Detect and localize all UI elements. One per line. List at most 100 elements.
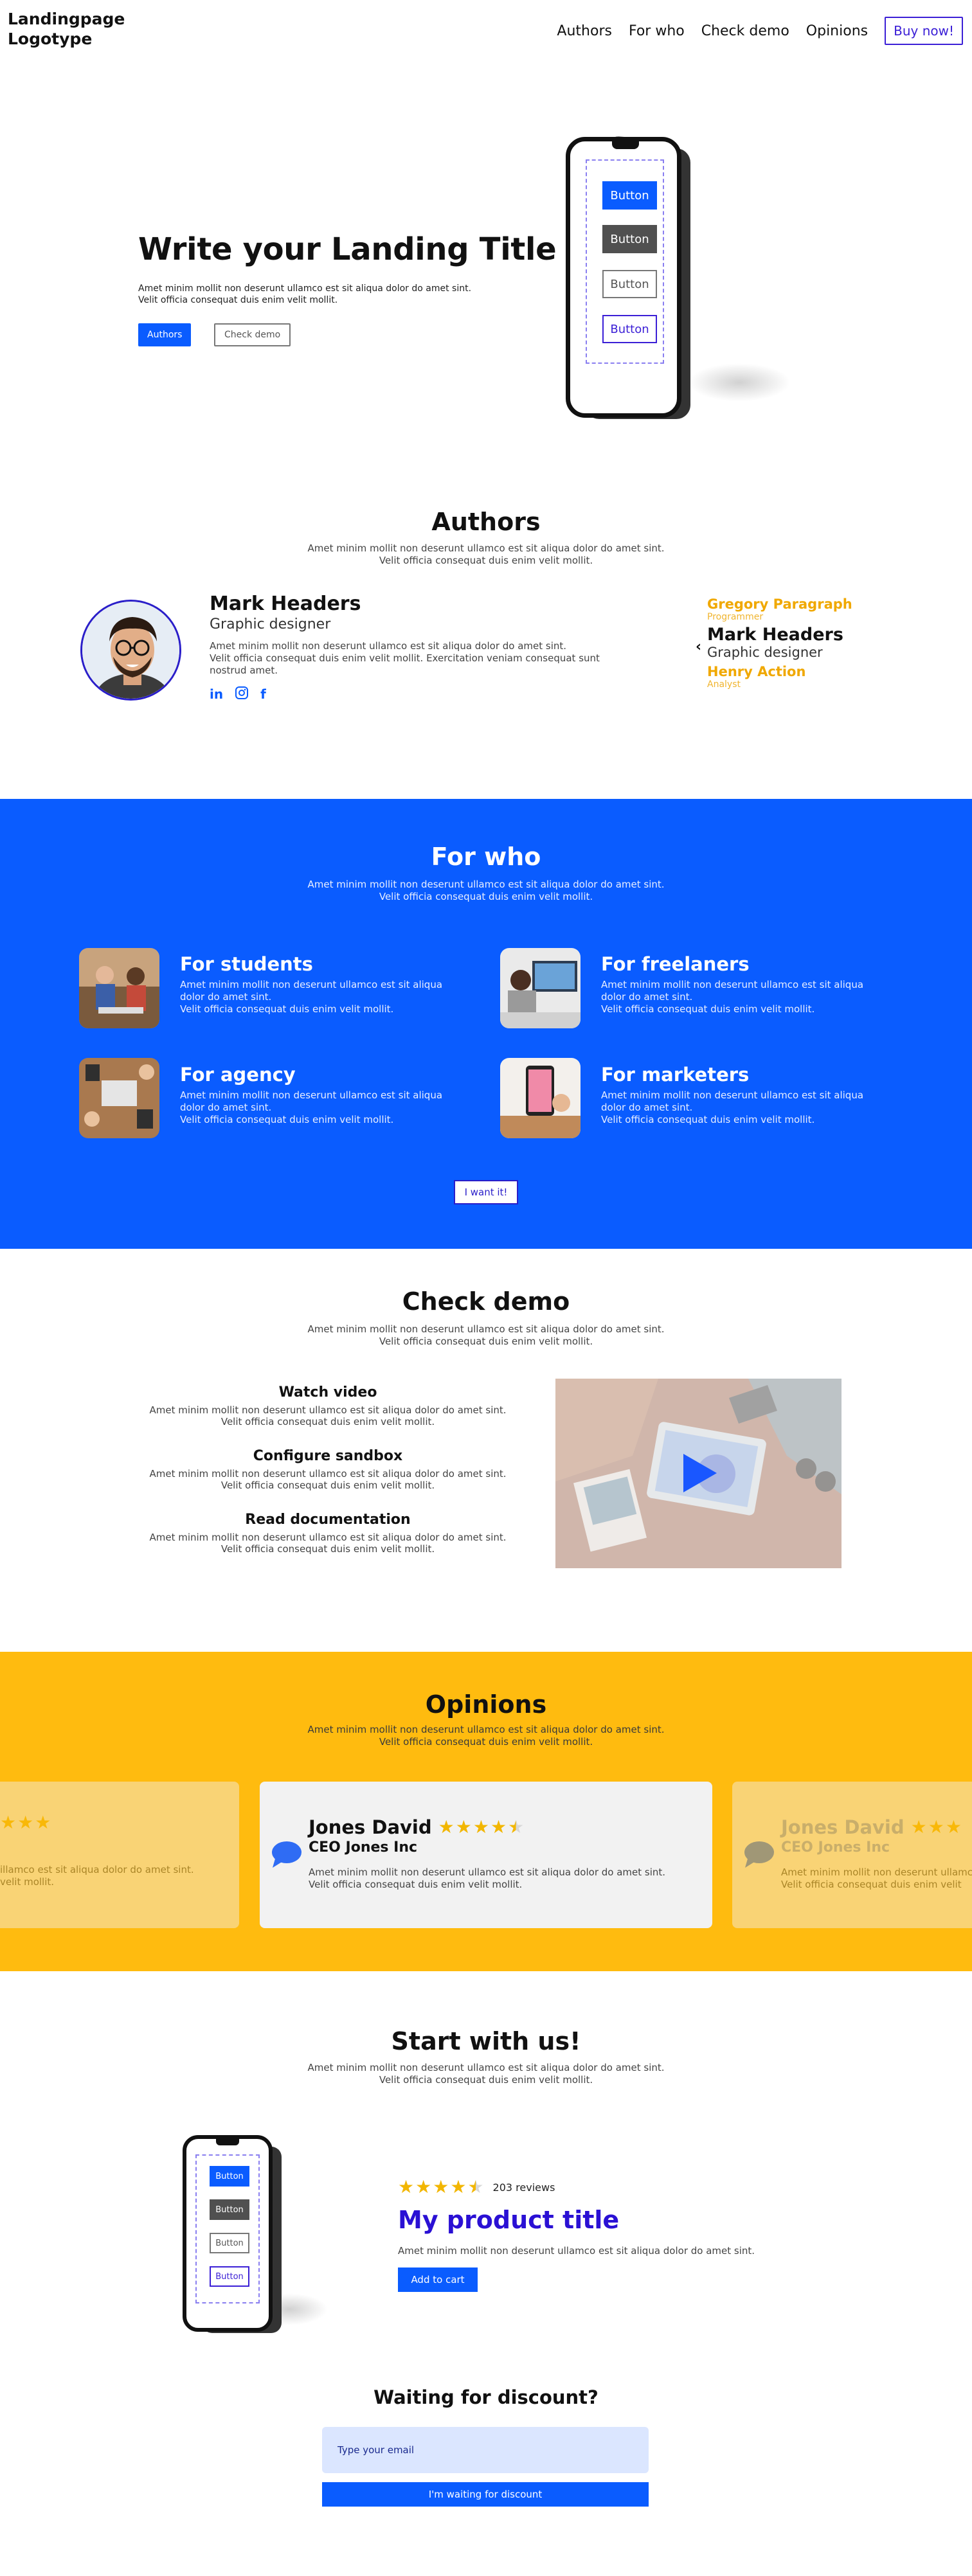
- add-to-cart-button[interactable]: Add to cart: [398, 2267, 478, 2292]
- star-icon: ★: [450, 2176, 467, 2197]
- author-list: Gregory Paragraph Programmer Mark Header…: [707, 596, 874, 690]
- star-icon: ★: [945, 1816, 962, 1838]
- for-freelancers: For freelaners Amet minim mollit non des…: [601, 953, 864, 1015]
- nav-opinions[interactable]: Opinions: [806, 23, 868, 39]
- start-subtitle: Amet minim mollit non deserunt ullamco e…: [307, 2062, 665, 2086]
- phone-button-3: Button: [602, 270, 657, 298]
- featured-author-name: Mark Headers: [210, 593, 361, 615]
- demo-item-read-documentation[interactable]: Read documentation Amet minim mollit non…: [138, 1512, 518, 1555]
- demo-item-configure-sandbox[interactable]: Configure sandbox Amet minim mollit non …: [138, 1448, 518, 1491]
- i-want-it-button[interactable]: I want it!: [454, 1180, 518, 1204]
- buy-now-button[interactable]: Buy now!: [885, 17, 963, 45]
- linkedin-icon[interactable]: in: [210, 686, 223, 702]
- author-prev-arrow[interactable]: ‹: [696, 639, 701, 655]
- star-icon: ★: [415, 2176, 432, 2197]
- for-who-title: For who: [431, 843, 541, 871]
- chat-bubble-icon: [744, 1841, 775, 1870]
- marketers-photo: [500, 1058, 580, 1138]
- logo-line-2: Logotype: [8, 30, 93, 48]
- rating-stars: ★ ★ ★: [0, 1814, 51, 1832]
- email-input[interactable]: Type your email: [322, 2427, 649, 2473]
- for-students: For students Amet minim mollit non deser…: [180, 953, 443, 1015]
- start-title: Start with us!: [391, 2027, 581, 2055]
- for-who-section: For who Amet minim mollit non deserunt u…: [0, 799, 972, 1249]
- for-agency: For agency Amet minim mollit non deserun…: [180, 1064, 443, 1125]
- hero-text: Amet minim mollit non deserunt ullamco e…: [138, 283, 472, 305]
- featured-author-bio: Amet minim mollit non deserunt ullamco e…: [210, 640, 600, 676]
- phone-button-4: Button: [210, 2266, 249, 2287]
- opinion-card-prev[interactable]: ★ ★ ★ illamco est sit aliqua dolor do amet…: [0, 1782, 239, 1928]
- demo-video-thumbnail[interactable]: [555, 1379, 842, 1568]
- product-rating: ★ ★ ★ ★ ★ 203 reviews: [398, 2178, 555, 2196]
- opinions-section: Opinions Amet minim mollit non deserunt …: [0, 1652, 972, 1971]
- opinions-subtitle: Amet minim mollit non deserunt ullamco e…: [307, 1724, 665, 1748]
- main-nav: Authors For who Check demo Opinions Buy …: [557, 17, 963, 45]
- avatar: [80, 600, 181, 701]
- rating-stars: ★ ★ ★: [911, 1818, 962, 1836]
- authors-section: Authors Amet minim mollit non deserunt u…: [0, 508, 972, 567]
- star-icon: ★: [490, 1816, 507, 1838]
- waiting-for-discount-button[interactable]: I'm waiting for discount: [322, 2482, 649, 2507]
- review-count[interactable]: 203 reviews: [493, 2181, 555, 2194]
- nav-for-who[interactable]: For who: [629, 23, 685, 39]
- star-icon: ★: [928, 1816, 944, 1838]
- agency-photo: [79, 1058, 159, 1138]
- star-icon: ★: [910, 1816, 927, 1838]
- opinion-card-next[interactable]: Jones David ★ ★ ★ CEO Jones Inc Amet minim…: [732, 1782, 972, 1928]
- opinions-title: Opinions: [425, 1690, 547, 1719]
- author-list-item[interactable]: Henry Action Analyst: [707, 664, 874, 690]
- reviewer-company: CEO Jones Inc: [781, 1839, 890, 1856]
- reviewer-name: Jones David: [309, 1816, 432, 1838]
- star-icon: ★: [455, 1816, 472, 1838]
- phone-button-2: Button: [210, 2199, 249, 2220]
- star-icon: ★: [438, 1816, 455, 1838]
- star-icon: ★: [35, 1812, 51, 1833]
- play-icon[interactable]: [683, 1454, 717, 1492]
- phone-button-1: Button: [210, 2166, 249, 2187]
- star-icon: ★: [433, 2176, 449, 2197]
- facebook-icon[interactable]: f: [260, 686, 266, 702]
- check-demo-header: Check demo Amet minim mollit non deserun…: [0, 1287, 972, 1348]
- phone-button-4: Button: [602, 315, 657, 343]
- reviewer-name: Jones David: [781, 1816, 905, 1838]
- chat-bubble-icon: [271, 1841, 302, 1870]
- product-title: My product title: [398, 2206, 620, 2234]
- half-star-icon: ★: [508, 1816, 525, 1838]
- star-icon: ★: [398, 2176, 415, 2197]
- students-photo: [79, 948, 159, 1028]
- for-marketers: For marketers Amet minim mollit non dese…: [601, 1064, 864, 1125]
- freelancers-photo: [500, 948, 580, 1028]
- opinion-card-main[interactable]: Jones David ★ ★ ★ ★ ★ CEO Jones Inc Amet min…: [260, 1782, 712, 1928]
- for-who-subtitle: Amet minim mollit non deserunt ullamco e…: [307, 879, 665, 902]
- logotype[interactable]: Landingpage Logotype: [8, 9, 125, 49]
- star-icon: ★: [17, 1812, 34, 1833]
- rating-stars: ★ ★ ★ ★ ★: [438, 1818, 525, 1836]
- email-placeholder: Type your email: [338, 2444, 415, 2456]
- nav-authors[interactable]: Authors: [557, 23, 612, 39]
- author-list-item[interactable]: Gregory Paragraph Programmer: [707, 596, 874, 622]
- hero-title: Write your Landing Title: [138, 231, 557, 267]
- instagram-icon[interactable]: [235, 686, 249, 702]
- hero-check-demo-button[interactable]: Check demo: [214, 323, 291, 346]
- half-star-icon: ★: [467, 2176, 484, 2197]
- rating-stars: ★ ★ ★ ★ ★: [398, 2178, 484, 2196]
- hero-authors-button[interactable]: Authors: [138, 323, 192, 346]
- product-phone-illustration: Button Button Button Button: [180, 2133, 328, 2338]
- start-section-header: Start with us! Amet minim mollit non des…: [0, 2027, 972, 2086]
- phone-button-2: Button: [602, 225, 657, 253]
- reviewer-company: CEO Jones Inc: [309, 1839, 418, 1856]
- review-text: Amet minim mollit non deserunt ullamco e…: [309, 1866, 666, 1890]
- authors-subtitle: Amet minim mollit non deserunt ullamco e…: [307, 542, 665, 566]
- product-description: Amet minim mollit non deserunt ullamco e…: [398, 2245, 755, 2257]
- featured-author-role: Graphic designer: [210, 616, 331, 632]
- authors-title: Authors: [431, 508, 541, 536]
- phone-button-1: Button: [602, 181, 657, 210]
- discount-title: Waiting for discount?: [374, 2386, 598, 2408]
- author-list-item[interactable]: Mark Headers Graphic designer: [707, 625, 874, 660]
- nav-check-demo[interactable]: Check demo: [701, 23, 789, 39]
- star-icon: ★: [473, 1816, 489, 1838]
- phone-button-3: Button: [210, 2233, 249, 2253]
- logo-line-1: Landingpage: [8, 10, 125, 28]
- check-demo-title: Check demo: [402, 1287, 570, 1316]
- demo-item-watch-video[interactable]: Watch video Amet minim mollit non deseru…: [138, 1384, 518, 1427]
